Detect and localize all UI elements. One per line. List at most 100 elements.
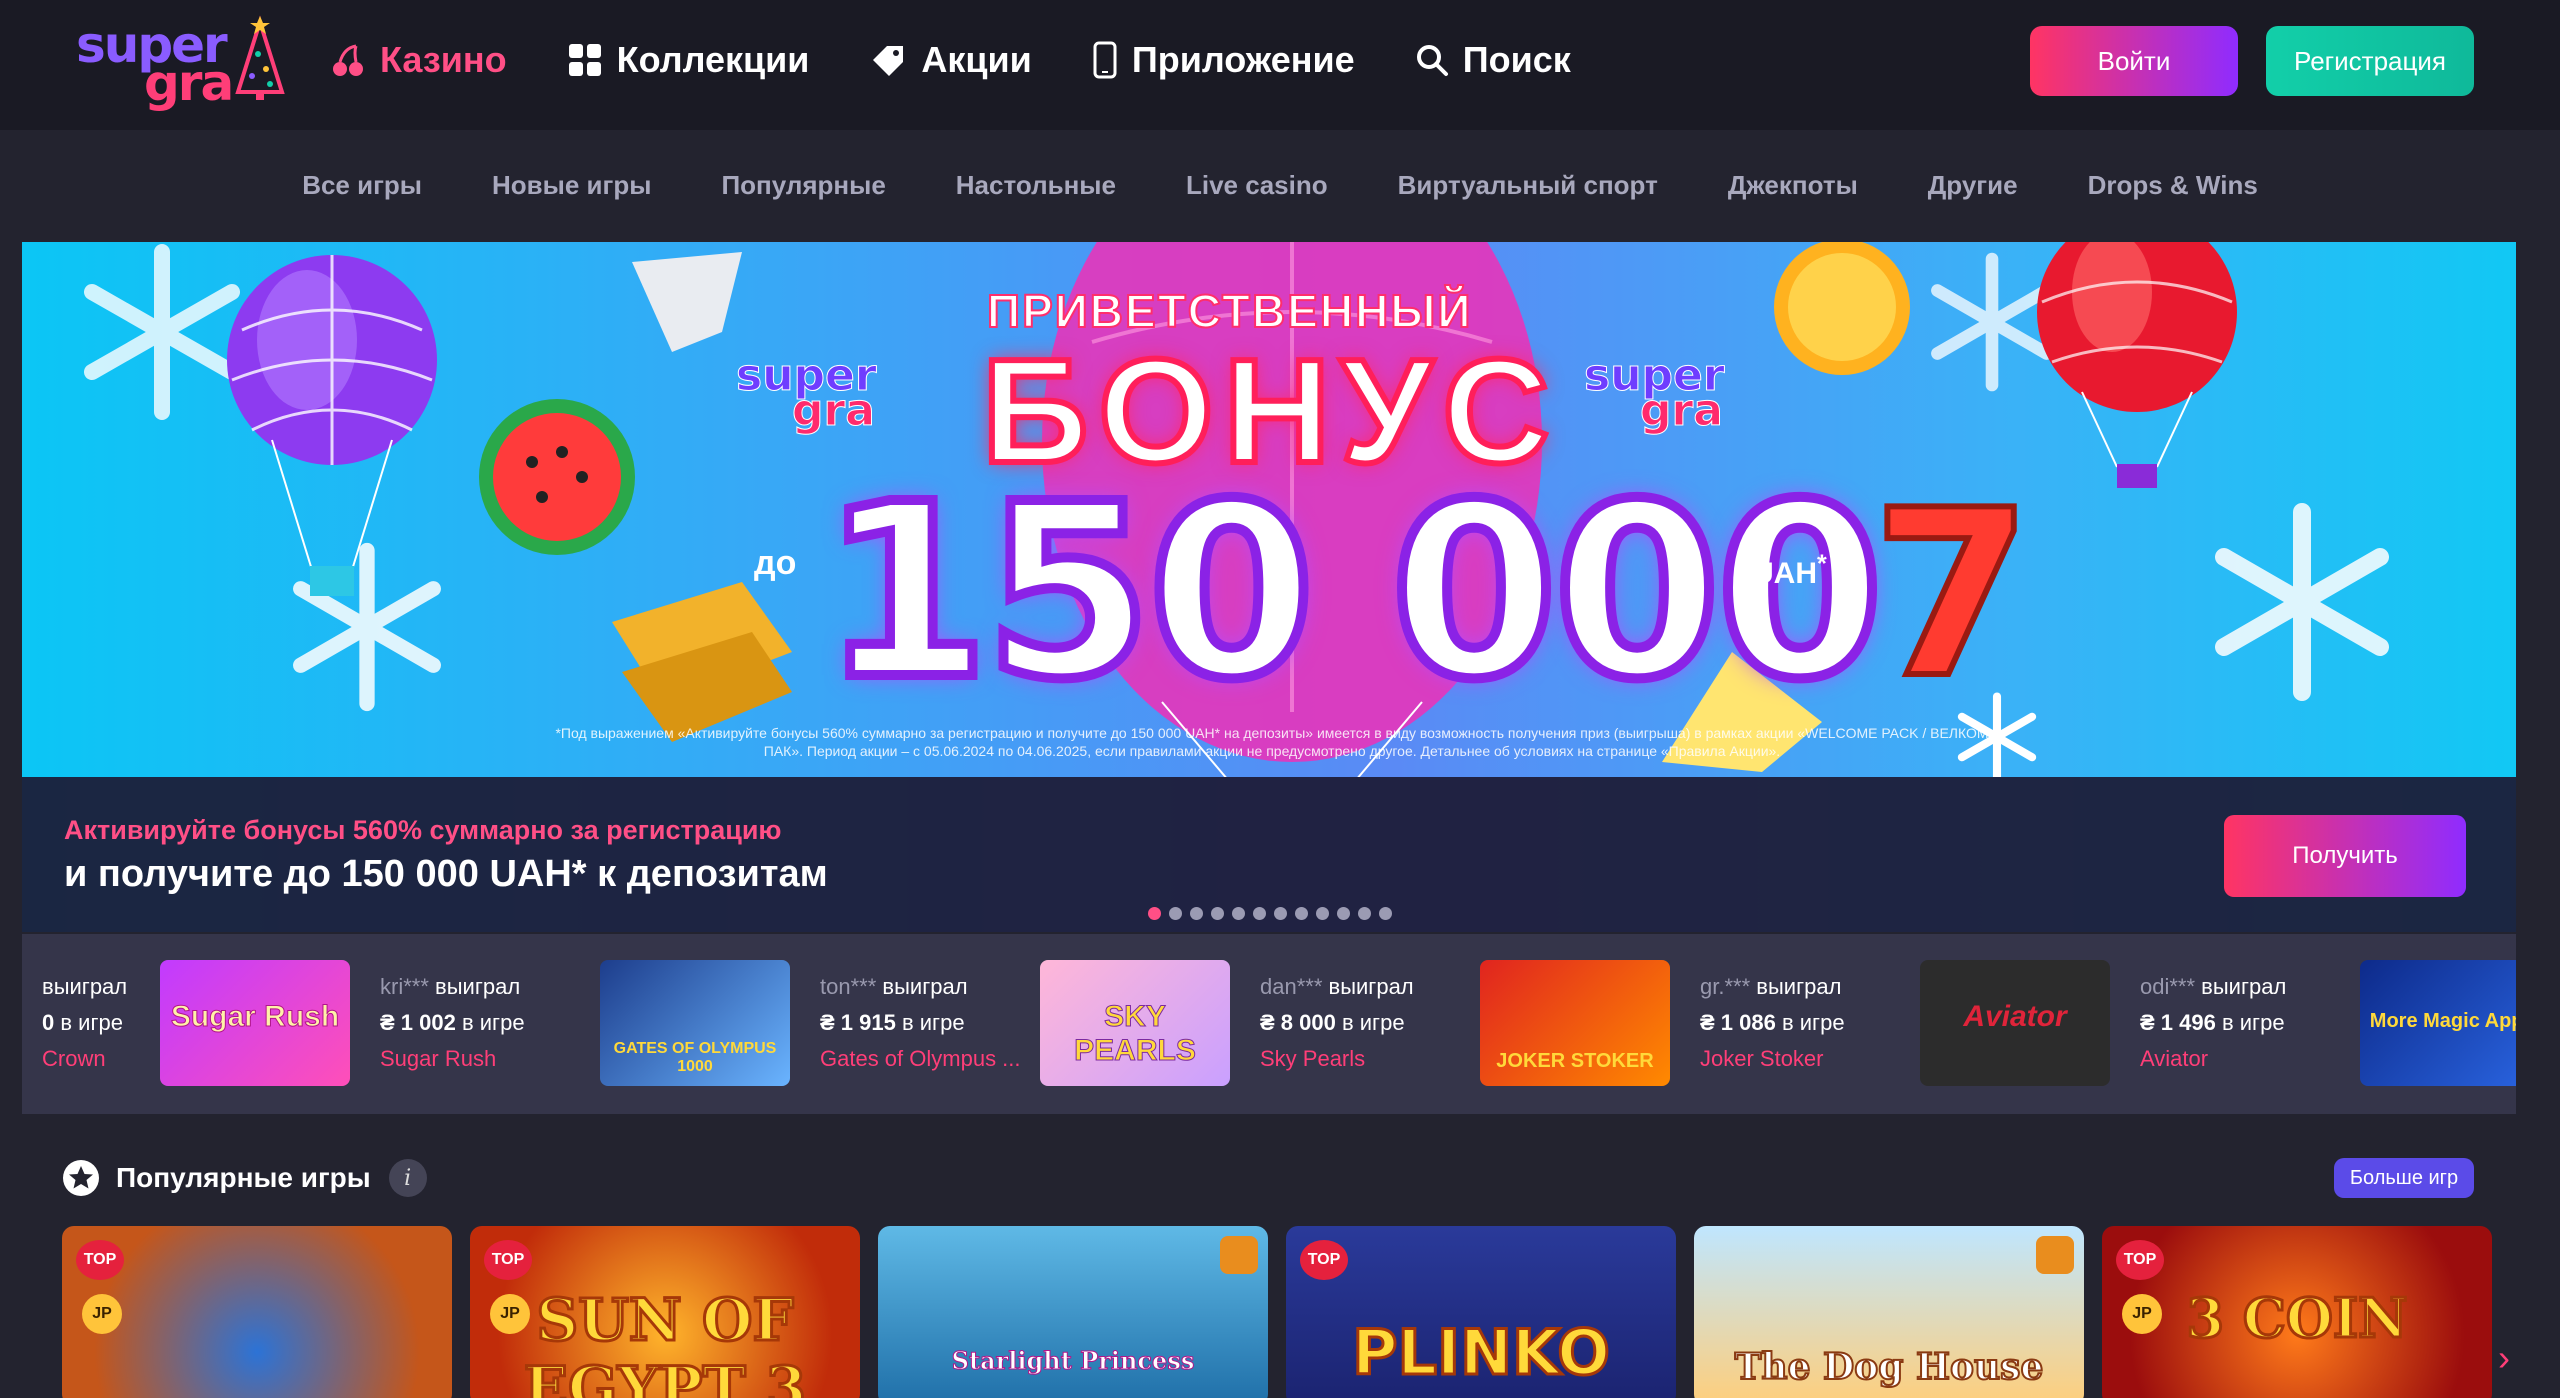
game-thumbnail-aviator: Aviator [1920, 960, 2110, 1086]
popular-games-row: TOP JP SUN OF EGYPT 3 TOP JP Starlight P… [62, 1226, 2502, 1398]
slider-dot[interactable] [1337, 907, 1350, 920]
christmas-tree-icon [235, 15, 285, 100]
game-thumbnail-sky-pearls: SKY PEARLS [1040, 960, 1230, 1086]
logo-text-gra: gra [144, 54, 234, 112]
category-jackpots[interactable]: Джекпоты [1728, 170, 1858, 201]
winner-amount: ₴ 1 915 в игре [820, 1010, 965, 1035]
nav-app[interactable]: Приложение [1092, 39, 1355, 81]
game-card[interactable]: PLINKO TOP [1286, 1226, 1676, 1398]
winner-game[interactable]: Joker Stoker [1700, 1046, 1920, 1072]
winner-amount: ₴ 8 000 в игре [1260, 1010, 1405, 1035]
category-popular[interactable]: Популярные [721, 170, 885, 201]
drops-wins-badge [1220, 1236, 1258, 1274]
info-icon[interactable]: i [388, 1159, 427, 1197]
supergra-logo[interactable]: super gra [72, 14, 292, 112]
slider-dot[interactable] [1169, 907, 1182, 920]
top-badge: TOP [1300, 1240, 1348, 1280]
winner-user: gr.*** выиграл [1700, 974, 1842, 999]
slider-dot[interactable] [1316, 907, 1329, 920]
game-card[interactable]: The Dog House [1694, 1226, 2084, 1398]
nav-casino-label: Казино [380, 39, 507, 80]
tag-icon [873, 46, 904, 76]
category-new-games[interactable]: Новые игры [492, 170, 651, 201]
slider-dot[interactable] [1232, 907, 1245, 920]
lemon-icon [1774, 242, 1910, 375]
winner-game[interactable]: Sky Pearls [1260, 1046, 1480, 1072]
balloon-purple-icon [227, 255, 437, 596]
bonus-asterisk: * [1817, 550, 1827, 578]
watermelon-icon [479, 399, 635, 555]
bonus-currency-text: UAH [1752, 557, 1817, 590]
game-title: SUN OF EGYPT 3 [522, 1285, 807, 1398]
winner-game[interactable]: Aviator [2140, 1046, 2360, 1072]
category-other[interactable]: Другие [1928, 170, 2018, 201]
winner-text: odi*** выиграл ₴ 1 496 в игре Aviator [2140, 974, 2360, 1072]
slider-dot[interactable] [1253, 907, 1266, 920]
winner-user: dan*** выиграл [1260, 974, 1414, 999]
winner-game[interactable]: Gates of Olympus ... [820, 1046, 1040, 1072]
top-header: super gra Казино Коллекции Акции Приложе… [0, 0, 2560, 130]
game-thumbnail-joker-stoker: JOKER STOKER [1480, 960, 1670, 1086]
nav-casino[interactable]: Казино [330, 39, 507, 81]
popular-games-header: Популярные игры i [62, 1154, 427, 1202]
bonus-amount: 150 000 [817, 447, 1889, 737]
winner-amount: ₴ 1 496 в игре [2140, 1010, 2285, 1035]
nav-search-label: Поиск [1462, 39, 1571, 80]
game-title: The Dog House [1734, 1345, 2045, 1389]
top-badge: TOP [484, 1240, 532, 1280]
winner-text: dan*** выиграл ₴ 8 000 в игре Sky Pearls [1260, 974, 1480, 1072]
more-games-button[interactable]: Больше игр [2334, 1158, 2474, 1198]
winner-user: ton*** выиграл [820, 974, 968, 999]
game-card[interactable]: Starlight Princess [878, 1226, 1268, 1398]
nav-promotions[interactable]: Акции [869, 39, 1032, 81]
banner-artwork: 7 super gra super gra ПРИВЕТСТВЕННЫЙ БОН… [22, 242, 2516, 777]
slider-dot[interactable] [1211, 907, 1224, 920]
game-thumbnail-more-magic-apple: More Magic Apple [2360, 960, 2516, 1086]
chevron-right-icon[interactable]: › [2484, 1328, 2524, 1388]
phone-icon [1093, 41, 1117, 79]
bonus-prefix: до [754, 544, 797, 582]
game-card[interactable]: 3 COIN TOP JP [2102, 1226, 2492, 1398]
nav-collections-label: Коллекции [616, 39, 810, 80]
category-nav: Все игры Новые игры Популярные Настольны… [0, 130, 2560, 240]
cherry-icon [333, 44, 363, 76]
nav-app-label: Приложение [1131, 39, 1355, 80]
slider-dot[interactable] [1379, 907, 1392, 920]
winner-game[interactable]: Sugar Rush [380, 1046, 600, 1072]
winner-text: gr.*** выиграл ₴ 1 086 в игре Joker Stok… [1700, 974, 1920, 1072]
game-card[interactable]: TOP JP [62, 1226, 452, 1398]
game-card[interactable]: SUN OF EGYPT 3 TOP JP [470, 1226, 860, 1398]
slider-dot[interactable] [1148, 907, 1161, 920]
banner-logo-left: super gra [736, 350, 878, 437]
nav-search[interactable]: Поиск [1415, 39, 1571, 81]
category-all-games[interactable]: Все игры [302, 170, 422, 201]
get-bonus-button[interactable]: Получить [2224, 815, 2466, 897]
drops-wins-badge [2036, 1236, 2074, 1274]
winner-text: ton*** выиграл ₴ 1 915 в игре Gates of O… [820, 974, 1040, 1072]
banner-caption: Активируйте бонусы 560% суммарно за реги… [22, 777, 2516, 932]
slider-dot[interactable] [1274, 907, 1287, 920]
jackpot-badge: JP [2122, 1294, 2162, 1334]
top-badge: TOP [2116, 1240, 2164, 1280]
grid-icon [568, 44, 601, 76]
login-button[interactable]: Войти [2030, 26, 2238, 96]
bonus-disclaimer: *Под выражением «Активируйте бонусы 560%… [555, 725, 1989, 759]
nav-promotions-label: Акции [921, 39, 1032, 80]
diamond-icon [632, 252, 742, 352]
winner-user: odi*** выиграл [2140, 974, 2287, 999]
category-live-casino[interactable]: Live casino [1186, 170, 1328, 201]
nav-collections[interactable]: Коллекции [567, 39, 810, 81]
slider-dot[interactable] [1190, 907, 1203, 920]
category-table[interactable]: Настольные [956, 170, 1116, 201]
category-drops-wins[interactable]: Drops & Wins [2088, 170, 2258, 201]
register-button[interactable]: Регистрация [2266, 26, 2474, 96]
snowflake-icon [2215, 503, 2389, 701]
top-badge: TOP [76, 1240, 124, 1280]
promo-banner[interactable]: 7 super gra super gra ПРИВЕТСТВЕННЫЙ БОН… [22, 242, 2516, 932]
game-title: Starlight Princess [951, 1346, 1195, 1376]
winner-text: kri*** выиграл ₴ 1 002 в игре Sugar Rush [380, 974, 600, 1072]
slider-dots [1148, 907, 1400, 920]
category-virtual-sport[interactable]: Виртуальный спорт [1398, 170, 1658, 201]
slider-dot[interactable] [1358, 907, 1371, 920]
slider-dot[interactable] [1295, 907, 1308, 920]
